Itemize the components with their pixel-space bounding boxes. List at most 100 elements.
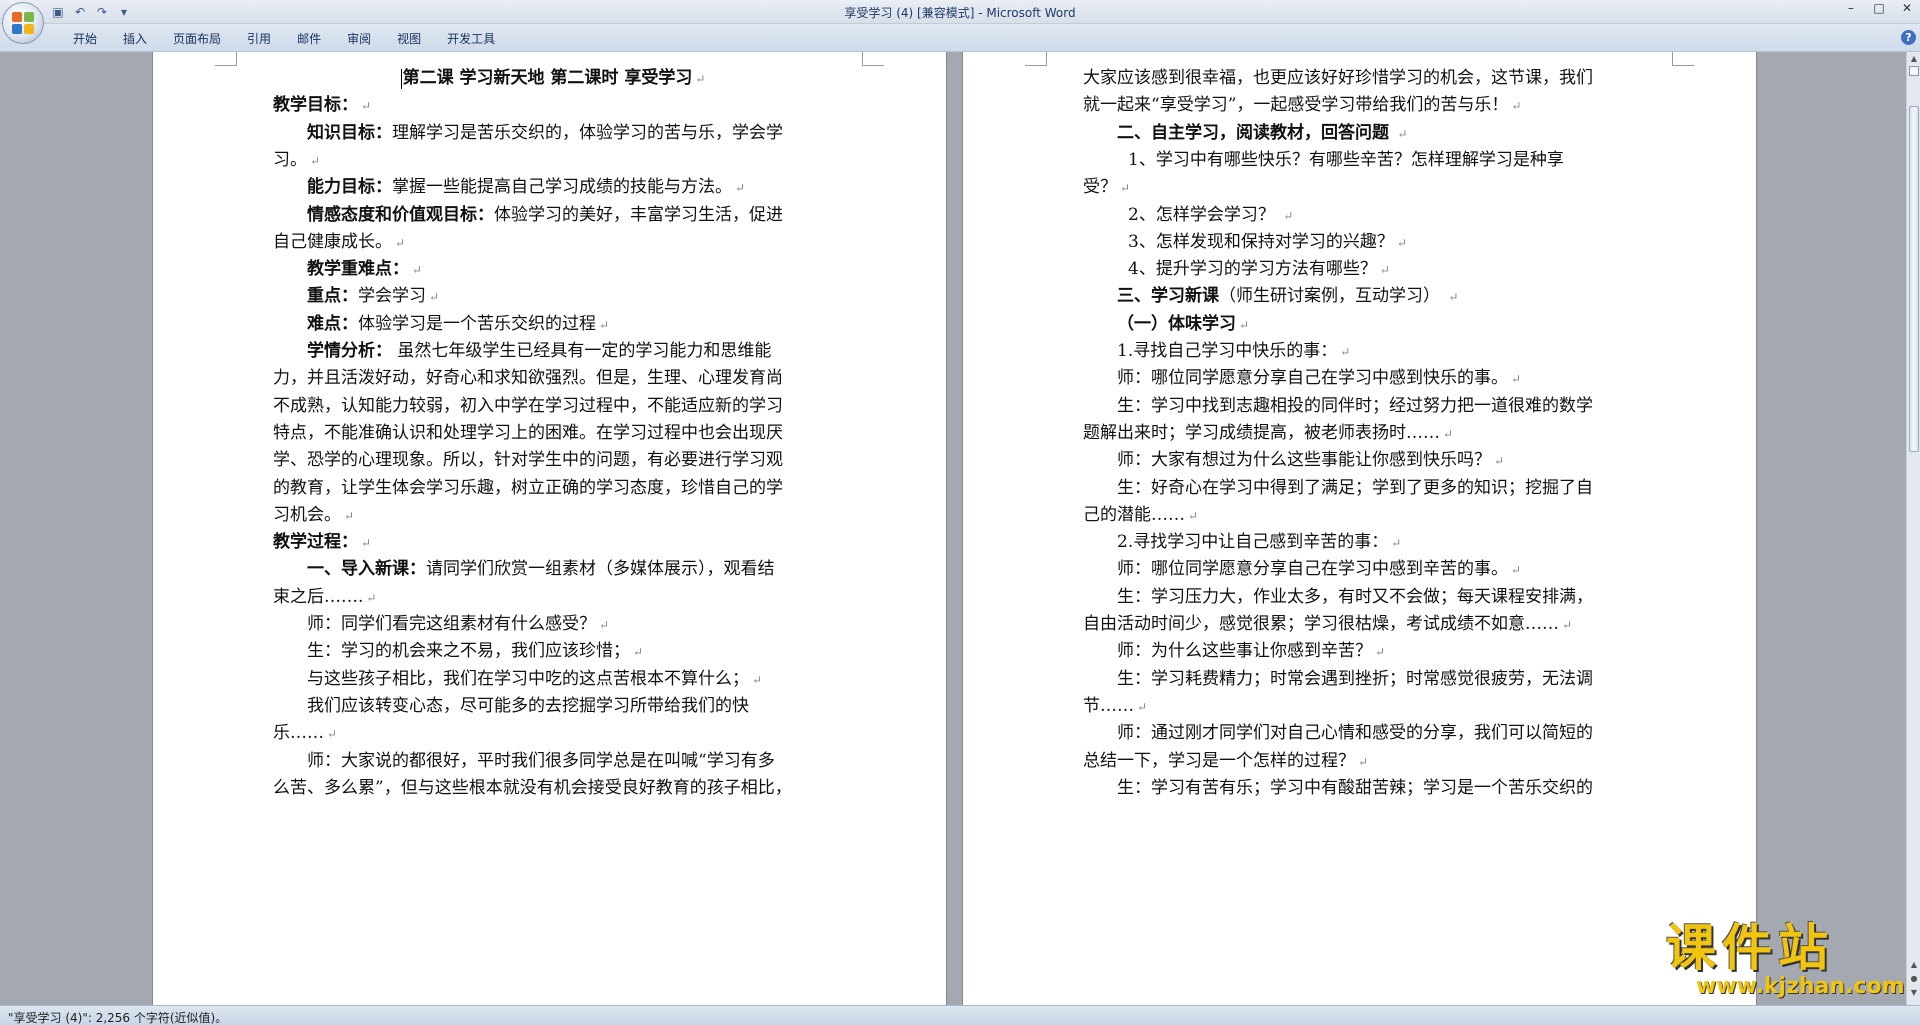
text-run: 知识目标： <box>307 122 392 143</box>
document-line[interactable]: 么苦、多么累”，但与这些根本就没有机会接受良好教育的孩子相比， <box>273 772 792 805</box>
paragraph-mark-icon: ↵ <box>361 536 372 551</box>
office-button[interactable] <box>2 2 44 44</box>
ribbon-tab[interactable]: 邮件 <box>284 30 334 48</box>
paragraph-mark-icon: ↵ <box>1562 618 1573 632</box>
paragraph-mark-icon: ↵ <box>599 317 610 332</box>
text-run: 束之后……. <box>273 586 364 607</box>
text-run: 学情分析： <box>307 341 392 361</box>
text-run: 自己健康成长。 <box>273 231 392 252</box>
text-cursor <box>400 68 402 89</box>
vertical-scrollbar[interactable]: ▲ ▲ ● ▼ <box>1906 52 1920 1005</box>
text-run: 节…… <box>1083 695 1134 716</box>
status-bar: "享受学习 (4)": 2,256 个字符(近似值)。 <box>0 1005 1920 1025</box>
text-run: 生：学习耗费精力；时常会遇到挫折；时常感觉很疲劳，无法调 <box>1117 668 1593 689</box>
text-run: 师：通过刚才同学们对自己心情和感受的分享，我们可以简短的 <box>1117 723 1593 744</box>
ribbon-tab[interactable]: 页面布局 <box>160 30 234 48</box>
office-logo-icon <box>12 12 34 34</box>
document-workspace[interactable]: 第二课 学习新天地 第二课时 享受学习 ↵ 教学目标： ↵ 知识目标：理解学习是苦乐交织… <box>0 52 1906 1005</box>
paragraph-mark-icon: ↵ <box>1188 508 1199 523</box>
document-line[interactable]: 生：学习耗费精力；时常会遇到挫折；时常感觉很疲劳，无法调 <box>1117 663 1593 696</box>
scrollbar-thumb[interactable] <box>1909 106 1919 452</box>
text-run: 情感态度和价值观目标： <box>307 204 494 225</box>
text-run: 特点，不能准确认识和处理学习上的困难。在学习过程中也会出现厌 <box>273 422 783 443</box>
ribbon-tab[interactable]: 审阅 <box>334 30 384 48</box>
minimize-icon[interactable]: – <box>1844 1 1858 15</box>
text-run: 1、学习中有哪些快乐？有哪些辛苦？怎样理解学习是种享 <box>1128 149 1564 170</box>
text-run: 体验学习的美好，丰富学习生活，促进 <box>494 204 783 225</box>
paragraph-mark-icon: ↵ <box>633 645 644 660</box>
quick-access-toolbar: ▣ ↶ ↷ ▾ <box>50 3 132 21</box>
text-run: 我们应该转变心态，尽可能多的去挖掘学习所带给我们的快 <box>307 695 749 716</box>
document-page-left[interactable]: 第二课 学习新天地 第二课时 享受学习 ↵ 教学目标： ↵ 知识目标：理解学习是苦乐交织… <box>152 52 947 1005</box>
ribbon-tab[interactable]: 引用 <box>234 30 284 48</box>
word-count-status[interactable]: "享受学习 (4)": 2,256 个字符(近似值)。 <box>8 1009 227 1025</box>
text-run: 生：好奇心在学习中得到了满足；学到了更多的知识；挖掘了自 <box>1117 477 1593 498</box>
text-run: 2、怎样学会学习？ <box>1128 204 1281 225</box>
text-run: 学、恐学的心理现象。所以，针对学生中的问题，有必要进行学习观 <box>273 450 783 471</box>
ribbon-tab[interactable]: 插入 <box>110 30 160 48</box>
margin-corner-mark <box>1672 52 1694 66</box>
document-line[interactable]: 我们应该转变心态，尽可能多的去挖掘学习所带给我们的快 <box>307 690 749 723</box>
paragraph-mark-icon: ↵ <box>599 618 610 632</box>
text-run: 虽然七年级学生已经具有一定的学习能力和思维能 <box>392 341 772 361</box>
text-run: 掌握一些能提高自己学习成绩的技能与方法。 <box>392 177 732 198</box>
document-line[interactable]: 受？ ↵ <box>1083 171 1130 204</box>
help-icon[interactable]: ? <box>1901 30 1916 45</box>
text-run: 与这些孩子相比，我们在学习中吃的这点苦根本不算什么； <box>307 668 749 689</box>
text-run: 师：大家说的都很好，平时我们很多同学总是在叫喊“学习有多 <box>307 750 775 771</box>
document-page-right[interactable]: 大家应该感到很幸福，也更应该好好珍惜学习的机会，这节课，我们 就一起来“享受学习”… <box>962 52 1757 1005</box>
document-line[interactable]: 知识目标：理解学习是苦乐交织的，体验学习的苦与乐，学会学 <box>307 117 783 150</box>
text-run: 学会学习 <box>358 286 426 307</box>
document-line[interactable]: 生：学习有苦有乐；学习中有酸甜苦辣；学习是一个苦乐交织的 <box>1117 772 1593 805</box>
text-run: 乐…… <box>273 723 324 744</box>
margin-corner-mark <box>862 52 884 66</box>
text-run: 1.寻找自己学习中快乐的事： <box>1117 341 1338 361</box>
paragraph-mark-icon: ↵ <box>1120 181 1131 196</box>
text-run: 己的潜能…… <box>1083 504 1185 525</box>
undo-icon[interactable]: ↶ <box>72 4 88 20</box>
text-run: 师：为什么这些事让你感到辛苦？ <box>1117 641 1372 662</box>
paragraph-mark-icon: ↵ <box>1511 372 1522 387</box>
text-run: 重点： <box>307 286 358 307</box>
view-ruler-icon[interactable] <box>1909 66 1919 76</box>
text-run: 第二课 学习新天地 第二课时 享受学习 <box>402 68 693 88</box>
text-run: 难点： <box>307 313 358 334</box>
text-run: 4、提升学习的学习方法有哪些？ <box>1128 259 1377 280</box>
save-icon[interactable]: ▣ <box>50 4 66 20</box>
watermark-logo: 课件站 www.kjzhan.com <box>1666 920 1916 1000</box>
ribbon-tab[interactable]: 视图 <box>384 30 434 48</box>
document-line[interactable]: 一、导入新课：请同学们欣赏一组素材（多媒体展示），观看结 <box>307 553 775 586</box>
paragraph-mark-icon: ↵ <box>1511 563 1522 578</box>
scroll-up-arrow-icon[interactable]: ▲ <box>1909 53 1919 65</box>
text-run: 能力目标： <box>307 177 392 198</box>
ribbon: 开始 插入 页面布局 引用 邮件 审阅 视图 开发工具 ? <box>0 24 1920 52</box>
ribbon-tab[interactable]: 开发工具 <box>434 30 508 48</box>
text-run <box>1389 123 1394 143</box>
paragraph-mark-icon: ↵ <box>752 672 763 687</box>
paragraph-mark-icon: ↵ <box>1358 754 1369 769</box>
text-run: （一）体味学习 <box>1117 313 1236 334</box>
watermark-title: 课件站 <box>1666 919 1834 977</box>
redo-icon[interactable]: ↷ <box>94 4 110 20</box>
document-line[interactable]: 1、学习中有哪些快乐？有哪些辛苦？怎样理解学习是种享 <box>1128 144 1564 177</box>
paragraph-mark-icon: ↵ <box>695 72 706 86</box>
text-run: 生：学习的机会来之不易，我们应该珍惜； <box>307 641 630 662</box>
text-run: 就一起来“享受学习”，一起感受学习带给我们的苦与乐！ <box>1083 95 1509 116</box>
ribbon-tab[interactable]: 开始 <box>60 30 110 48</box>
text-run: 师：同学们看完这组素材有什么感受？ <box>307 614 596 634</box>
window-controls: – □ ✕ <box>1844 1 1914 15</box>
maximize-icon[interactable]: □ <box>1872 1 1886 15</box>
margin-corner-mark <box>215 52 237 66</box>
close-icon[interactable]: ✕ <box>1900 1 1914 15</box>
text-run: 教学过程： <box>273 532 358 553</box>
text-run: 教学重难点： <box>307 259 409 280</box>
paragraph-mark-icon: ↵ <box>327 727 338 742</box>
text-run: （师生研讨案例，互动学习） <box>1219 286 1446 307</box>
text-run: 三、学习新课 <box>1117 286 1219 307</box>
text-run: 3、怎样发现和保持对学习的兴趣？ <box>1128 231 1394 252</box>
paragraph-mark-icon: ↵ <box>1340 345 1351 359</box>
customize-icon[interactable]: ▾ <box>116 4 132 20</box>
paragraph-mark-icon: ↵ <box>1375 645 1386 660</box>
text-run: 二、自主学习，阅读教材，回答问题 <box>1117 122 1389 143</box>
text-run: 一、导入新课： <box>307 559 426 580</box>
